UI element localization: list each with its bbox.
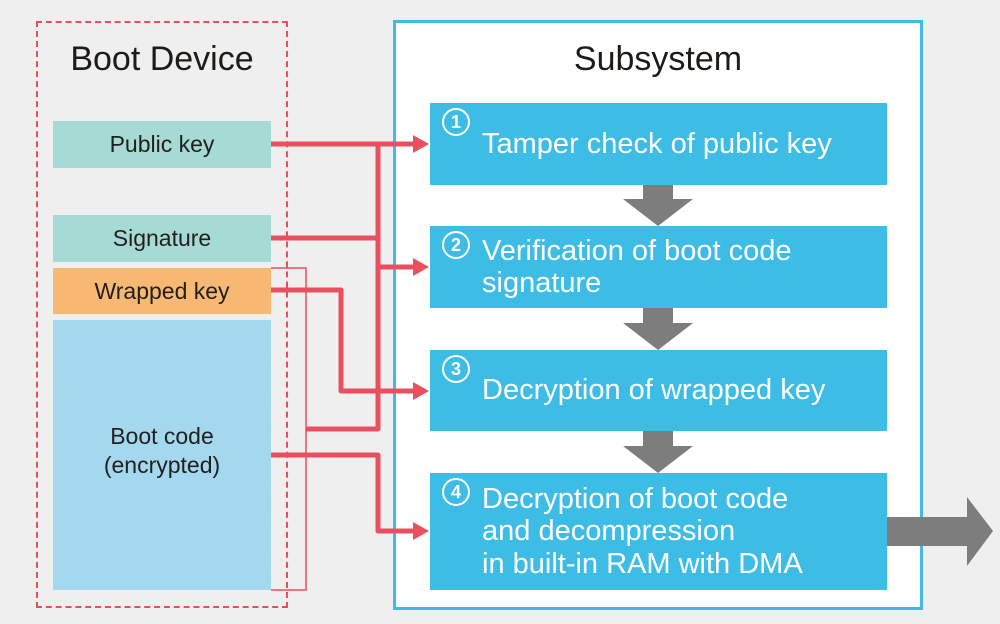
flow-arrow-1-to-2 <box>623 185 693 226</box>
output-arrow-icon <box>887 497 993 566</box>
connector-wrapped-key-to-step-3 <box>271 287 415 394</box>
arrowhead-step-4 <box>413 522 429 540</box>
arrowhead-step-2 <box>413 258 429 276</box>
arrowhead-step-3 <box>413 382 429 400</box>
connector-layer <box>271 135 993 591</box>
flow-arrow-2-to-3 <box>623 308 693 350</box>
boot-payload-bracket <box>271 267 307 591</box>
connector-boot-code-to-step-4 <box>271 452 415 534</box>
arrowhead-step-1 <box>413 135 429 153</box>
flow-arrow-3-to-4 <box>623 431 693 473</box>
